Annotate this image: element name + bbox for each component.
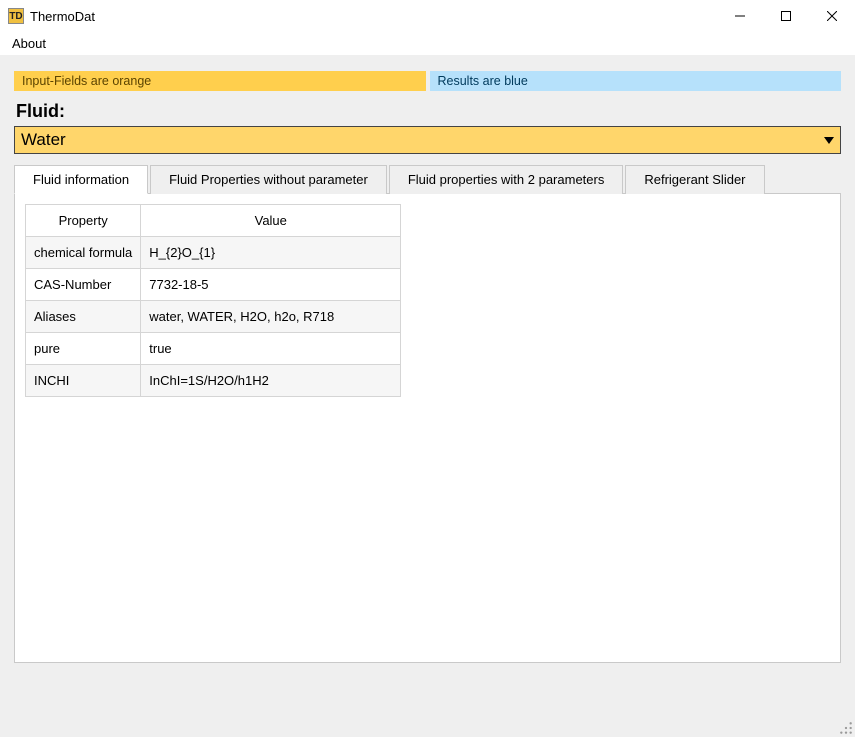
table-row: pure true <box>26 333 401 365</box>
maximize-button[interactable] <box>763 0 809 32</box>
col-header-property: Property <box>26 205 141 237</box>
minimize-button[interactable] <box>717 0 763 32</box>
cell-value: 7732-18-5 <box>141 269 401 301</box>
minimize-icon <box>735 11 745 21</box>
tab-row: Fluid information Fluid Properties witho… <box>14 164 841 193</box>
tab-panel-fluid-information: Property Value chemical formula H_{2}O_{… <box>14 193 841 663</box>
close-button[interactable] <box>809 0 855 32</box>
menu-about[interactable]: About <box>8 34 50 53</box>
cell-property: Aliases <box>26 301 141 333</box>
tab-fluid-information[interactable]: Fluid information <box>14 165 148 194</box>
legend-result: Results are blue <box>430 71 842 91</box>
chevron-down-icon <box>824 137 834 144</box>
cell-property: chemical formula <box>26 237 141 269</box>
cell-value: true <box>141 333 401 365</box>
tab-refrigerant-slider[interactable]: Refrigerant Slider <box>625 165 764 194</box>
col-header-value: Value <box>141 205 401 237</box>
table-row: chemical formula H_{2}O_{1} <box>26 237 401 269</box>
table-row: Aliases water, WATER, H2O, h2o, R718 <box>26 301 401 333</box>
table-row: INCHI InChI=1S/H2O/h1H2 <box>26 365 401 397</box>
cell-value: water, WATER, H2O, h2o, R718 <box>141 301 401 333</box>
legend-row: Input-Fields are orange Results are blue <box>14 71 841 91</box>
maximize-icon <box>781 11 791 21</box>
fluid-info-table: Property Value chemical formula H_{2}O_{… <box>25 204 401 397</box>
resize-grip-icon[interactable] <box>839 721 853 735</box>
menubar: About <box>0 32 855 55</box>
client-area: Input-Fields are orange Results are blue… <box>0 55 855 737</box>
tab-properties-no-param[interactable]: Fluid Properties without parameter <box>150 165 387 194</box>
tab-properties-2-params[interactable]: Fluid properties with 2 parameters <box>389 165 624 194</box>
cell-value: InChI=1S/H2O/h1H2 <box>141 365 401 397</box>
window-title: ThermoDat <box>30 9 95 24</box>
cell-property: pure <box>26 333 141 365</box>
titlebar: TD ThermoDat <box>0 0 855 32</box>
app-icon: TD <box>8 8 24 24</box>
table-row: CAS-Number 7732-18-5 <box>26 269 401 301</box>
tab-area: Fluid information Fluid Properties witho… <box>14 164 841 663</box>
legend-input: Input-Fields are orange <box>14 71 426 91</box>
cell-value: H_{2}O_{1} <box>141 237 401 269</box>
fluid-select-value: Water <box>21 130 66 150</box>
fluid-label: Fluid: <box>16 101 841 122</box>
cell-property: INCHI <box>26 365 141 397</box>
cell-property: CAS-Number <box>26 269 141 301</box>
close-icon <box>827 11 837 21</box>
fluid-select[interactable]: Water <box>14 126 841 154</box>
